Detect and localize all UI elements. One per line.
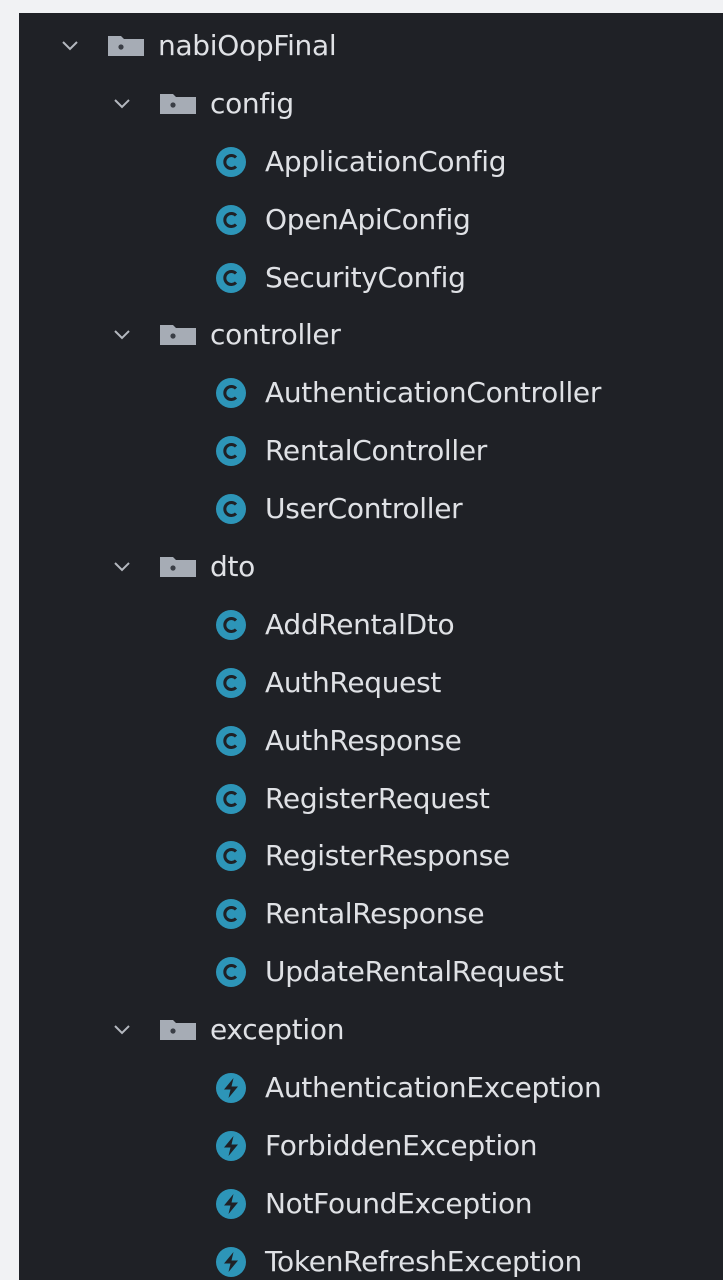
project-tree: nabiOopFinal config ApplicationConfig Op… [19,17,723,1280]
exception-icon [214,1071,248,1105]
tree-node-label: AuthResponse [265,723,462,757]
tree-node-label: SecurityConfig [265,260,466,294]
tree-node-file-rental-response[interactable]: RentalResponse [19,885,723,943]
tree-node-package-controller[interactable]: controller [19,306,723,364]
package-folder-icon [159,93,197,115]
package-folder-icon [159,1019,197,1041]
tree-node-label: UserController [265,492,463,526]
class-icon [214,608,248,642]
class-icon [214,492,248,526]
tree-node-file-add-rental-dto[interactable]: AddRentalDto [19,596,723,654]
tree-node-label: nabiOopFinal [158,28,337,62]
tree-node-label: AddRentalDto [265,607,455,641]
package-folder-icon [159,556,197,578]
tree-node-package-exception[interactable]: exception [19,1001,723,1059]
exception-icon [214,1129,248,1163]
tree-node-package-config[interactable]: config [19,75,723,133]
tree-node-file-update-rental-request[interactable]: UpdateRentalRequest [19,943,723,1001]
tree-node-label: NotFoundException [265,1186,533,1220]
tree-node-file-authentication-exception[interactable]: AuthenticationException [19,1059,723,1117]
class-icon [214,839,248,873]
chevron-down-icon[interactable] [111,556,133,578]
tree-node-label: UpdateRentalRequest [265,955,564,989]
tree-node-label: AuthenticationException [265,1070,602,1104]
class-icon [214,666,248,700]
tree-node-file-auth-request[interactable]: AuthRequest [19,654,723,712]
chevron-down-icon[interactable] [111,1019,133,1041]
chevron-down-icon[interactable] [111,324,133,346]
exception-icon [214,1245,248,1279]
package-folder-icon [159,324,197,346]
tree-node-file-register-request[interactable]: RegisterRequest [19,770,723,828]
tree-node-label: RentalController [265,434,488,468]
tree-node-label: OpenApiConfig [265,202,471,236]
class-icon [214,897,248,931]
class-icon [214,782,248,816]
tree-node-label: AuthenticationController [265,376,602,410]
exception-icon [214,1187,248,1221]
tree-node-file-user-controller[interactable]: UserController [19,480,723,538]
tree-node-file-openapi-config[interactable]: OpenApiConfig [19,191,723,249]
tree-node-label: RegisterResponse [265,839,510,873]
class-icon [214,434,248,468]
tree-node-label: ApplicationConfig [265,144,507,178]
tree-node-file-token-refresh-exception[interactable]: TokenRefreshException [19,1233,723,1280]
tree-node-package-dto[interactable]: dto [19,538,723,596]
class-icon [214,955,248,989]
tree-node-label: RentalResponse [265,897,485,931]
tree-node-file-not-found-exception[interactable]: NotFoundException [19,1175,723,1233]
tree-node-label: controller [210,318,341,352]
tree-node-file-auth-response[interactable]: AuthResponse [19,712,723,770]
class-icon [214,724,248,758]
tree-node-label: exception [210,1013,345,1047]
tree-node-file-rental-controller[interactable]: RentalController [19,422,723,480]
tree-node-label: ForbiddenException [265,1128,538,1162]
tree-node-root[interactable]: nabiOopFinal [19,17,723,75]
tree-node-file-application-config[interactable]: ApplicationConfig [19,133,723,191]
chevron-down-icon[interactable] [59,35,81,57]
tree-node-file-register-response[interactable]: RegisterResponse [19,827,723,885]
tree-node-label: RegisterRequest [265,781,490,815]
tree-node-label: TokenRefreshException [265,1244,582,1278]
tree-node-file-security-config[interactable]: SecurityConfig [19,249,723,307]
class-icon [214,145,248,179]
tree-node-label: dto [210,549,255,583]
tree-node-file-forbidden-exception[interactable]: ForbiddenException [19,1117,723,1175]
class-icon [214,203,248,237]
tree-node-label: AuthRequest [265,665,442,699]
module-folder-icon [107,35,145,57]
project-tree-panel: nabiOopFinal config ApplicationConfig Op… [19,13,723,1280]
chevron-down-icon[interactable] [111,93,133,115]
class-icon [214,376,248,410]
tree-node-file-authentication-controller[interactable]: AuthenticationController [19,364,723,422]
class-icon [214,261,248,295]
tree-node-label: config [210,86,294,120]
